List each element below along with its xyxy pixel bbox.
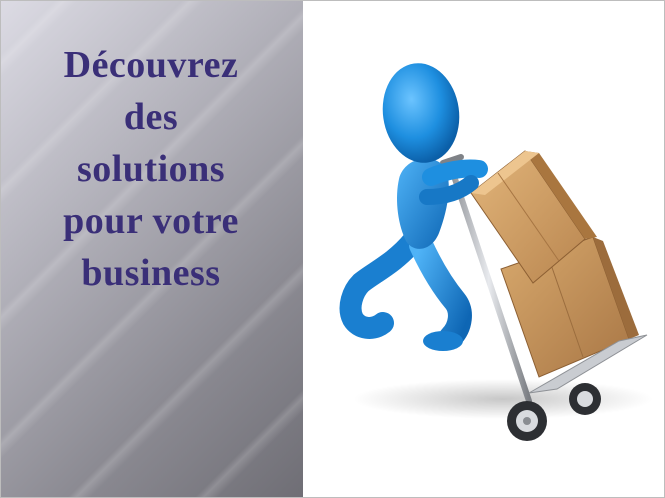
headline-line-1: Découvrez: [63, 44, 239, 86]
person-pushing-hand-truck-with-boxes-icon: [339, 63, 653, 441]
title-panel: Découvrez des solutions pour votre busin…: [1, 1, 303, 497]
delivery-illustration: [303, 1, 664, 497]
blue-figure: [339, 63, 488, 351]
headline: Découvrez des solutions pour votre busin…: [1, 39, 301, 299]
headline-line-3: solutions: [76, 148, 226, 190]
cardboard-boxes: [470, 150, 639, 378]
headline-line-5: business: [81, 252, 221, 294]
ground-shadow: [353, 379, 653, 419]
slide: Découvrez des solutions pour votre busin…: [0, 0, 665, 498]
headline-line-2: des: [123, 96, 179, 138]
headline-line-4: pour votre: [63, 200, 239, 242]
